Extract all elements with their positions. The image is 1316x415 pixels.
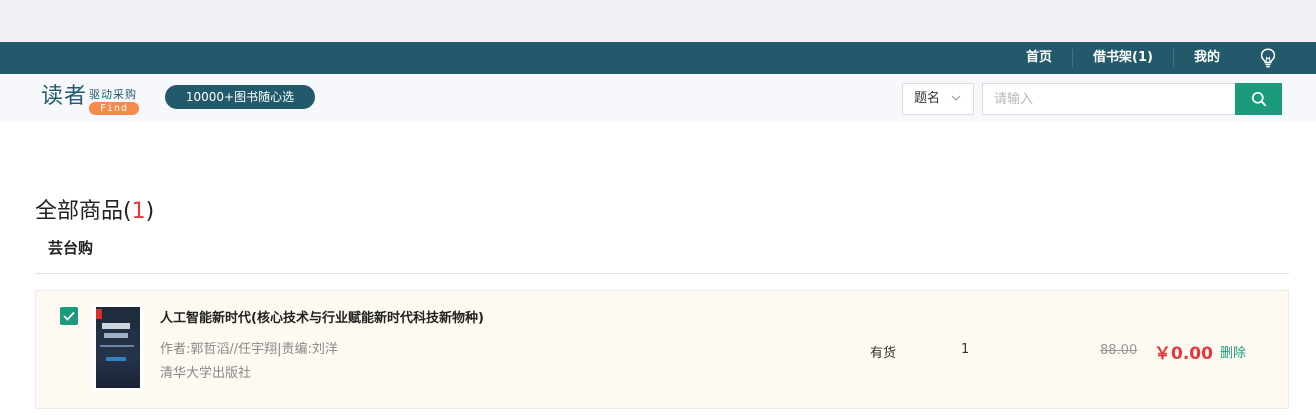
cart-count: 1 xyxy=(131,199,146,224)
checkmark-icon xyxy=(63,311,75,321)
promo-pill[interactable]: 10000+图书随心选 xyxy=(165,85,315,109)
site-header: 读者 驱动采购 Find 10000+图书随心选 题名 xyxy=(0,74,1316,122)
search-icon xyxy=(1251,91,1266,107)
browser-top-strip xyxy=(0,0,1316,42)
lightbulb-icon[interactable] xyxy=(1240,42,1296,74)
search-button[interactable] xyxy=(1235,83,1282,115)
search-type-select[interactable]: 题名 xyxy=(902,83,974,115)
book-cover-art xyxy=(96,307,140,388)
nav-my[interactable]: 我的 xyxy=(1174,49,1240,67)
delete-link[interactable]: 删除 xyxy=(1220,342,1246,361)
item-price: ￥0.00 xyxy=(1154,344,1213,364)
chevron-down-icon xyxy=(951,84,961,126)
cart-item-row: 人工智能新时代(核心技术与行业赋能新时代科技新物种) 作者:郭哲滔//任宇翔|责… xyxy=(35,290,1289,409)
stock-status: 有货 xyxy=(870,346,897,361)
book-title[interactable]: 人工智能新时代(核心技术与行业赋能新时代科技新物种) xyxy=(160,307,484,326)
nav-home[interactable]: 首页 xyxy=(1006,49,1074,67)
cart-count-close: ) xyxy=(145,199,155,224)
logo-main-text: 读者 xyxy=(41,84,88,109)
book-publisher: 清华大学出版社 xyxy=(160,366,252,381)
original-price: 88.00 xyxy=(1100,343,1138,358)
site-logo[interactable]: 读者 驱动采购 Find xyxy=(41,82,140,115)
book-author: 作者:郭哲滔//任宇翔|责编:刘洋 xyxy=(160,342,338,357)
shop-name: 芸台购 xyxy=(48,239,94,257)
top-nav-bar: 首页 借书架(1) 我的 xyxy=(0,42,1316,74)
cover-line xyxy=(100,345,134,347)
cover-title-block xyxy=(102,323,130,329)
cart-count-open: ( xyxy=(123,199,132,224)
search-type-label: 题名 xyxy=(914,91,941,106)
logo-find-badge: Find xyxy=(89,102,140,115)
divider xyxy=(35,273,1289,274)
top-nav: 首页 借书架(1) 我的 xyxy=(1006,42,1316,74)
cover-mark xyxy=(96,309,102,319)
nav-bookshelf[interactable]: 借书架(1) xyxy=(1073,49,1174,67)
cart-title: 全部商品(1) xyxy=(35,193,154,225)
cover-subtitle-block xyxy=(104,333,128,338)
item-checkbox[interactable] xyxy=(60,307,78,325)
item-quantity: 1 xyxy=(961,342,970,357)
book-cover-image[interactable] xyxy=(92,304,144,391)
logo-side: 驱动采购 Find xyxy=(89,83,140,115)
cover-accent xyxy=(106,357,126,361)
search-input[interactable] xyxy=(982,83,1235,115)
cart-title-text: 全部商品 xyxy=(35,199,124,224)
logo-sub-text: 驱动采购 xyxy=(89,88,138,101)
